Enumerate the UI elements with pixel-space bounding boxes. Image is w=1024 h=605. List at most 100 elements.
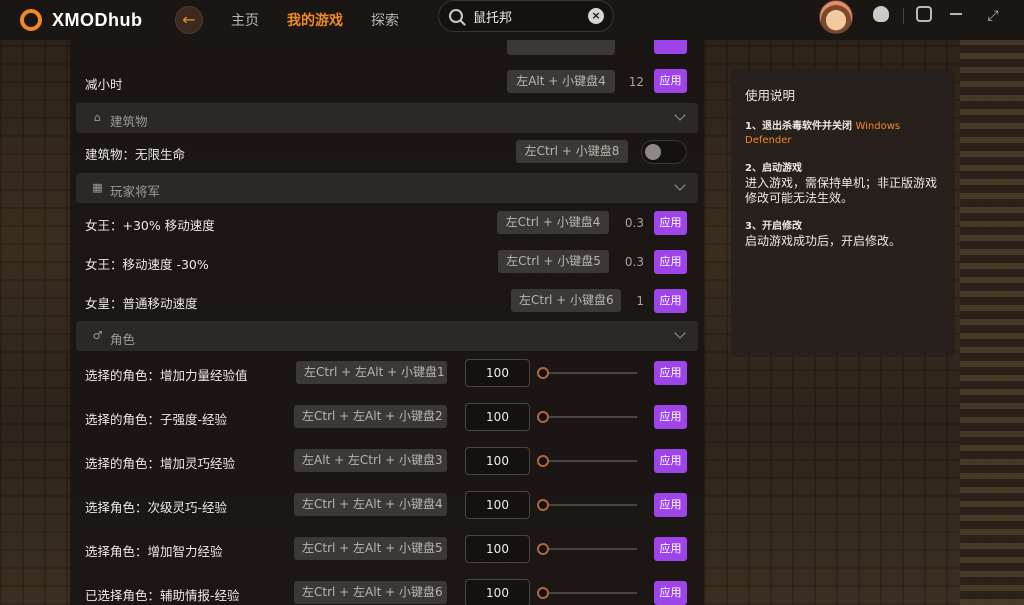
apply-button[interactable]: 应用 xyxy=(654,537,687,561)
search-box[interactable]: 鼠托邦 × xyxy=(438,0,614,32)
search-icon xyxy=(449,9,463,23)
hotkey-badge: 左Ctrl + 左Alt + 小键盘6 xyxy=(294,581,447,604)
slider-thumb[interactable] xyxy=(537,587,549,599)
apply-button[interactable]: 应用 xyxy=(654,581,687,605)
avatar[interactable] xyxy=(819,0,853,34)
value-slider[interactable] xyxy=(537,367,637,379)
cheat-row: 女王：移动速度 -30% 左Ctrl + 小键盘5 0.3 应用 xyxy=(70,243,704,281)
cheat-label: 已选择角色：辅助情报-经验 xyxy=(85,588,240,603)
clear-search-icon[interactable]: × xyxy=(588,8,604,24)
apply-button[interactable]: 应用 xyxy=(654,289,687,313)
section-label: 建筑物 xyxy=(110,114,148,129)
nav-home[interactable]: 主页 xyxy=(231,10,259,30)
section-label: 角色 xyxy=(110,332,136,347)
hotkey-badge: 左Ctrl + 小键盘6 xyxy=(511,289,621,312)
chevron-down-icon xyxy=(674,179,686,191)
section-building[interactable]: ⌂ 建筑物 xyxy=(76,103,698,133)
cheat-row: 选择角色：增加智力经验 左Ctrl + 左Alt + 小键盘5 100 应用 xyxy=(70,530,704,568)
toggle-switch[interactable] xyxy=(641,140,687,164)
apply-button[interactable]: 应用 xyxy=(654,69,687,93)
value-slider[interactable] xyxy=(537,543,637,555)
nav-explore[interactable]: 探索 xyxy=(371,10,399,30)
cheat-label: 女王：移动速度 -30% xyxy=(85,257,209,272)
slider-thumb[interactable] xyxy=(537,499,549,511)
cheat-label: 选择的角色：增加灵巧经验 xyxy=(85,456,236,471)
hotkey-badge: 左Ctrl + 小键盘8 xyxy=(516,140,628,163)
trainer-panel: 减小时 左Alt + 小键盘4 12 应用 ⌂ 建筑物 建筑物：无限生命 左Ct… xyxy=(70,40,704,605)
app-name: XMODhub xyxy=(52,9,143,30)
section-character[interactable]: ♂ 角色 xyxy=(76,321,698,351)
slider-thumb[interactable] xyxy=(537,367,549,379)
instructions-card: 使用说明 1、退出杀毒软件并关闭 Windows Defender 2、启动游戏… xyxy=(731,69,955,357)
instructions-title: 使用说明 xyxy=(745,88,796,103)
value-slider[interactable] xyxy=(537,411,637,423)
step-2-heading: 2、启动游戏 xyxy=(745,163,802,174)
search-input[interactable]: 鼠托邦 xyxy=(473,7,588,26)
hotkey-badge: 左Ctrl + 左Alt + 小键盘2 xyxy=(294,405,447,428)
cheat-row: 女王：+30% 移动速度 左Ctrl + 小键盘4 0.3 应用 xyxy=(70,204,704,242)
cheat-row: 选择的角色：子强度-经验 左Ctrl + 左Alt + 小键盘2 100 应用 xyxy=(70,398,704,436)
hotkey-badge: 左Alt + 小键盘4 xyxy=(507,70,615,93)
value-input[interactable]: 100 xyxy=(465,491,530,519)
apply-button[interactable]: 应用 xyxy=(654,211,687,235)
cheat-label: 女王：+30% 移动速度 xyxy=(85,218,215,233)
nav-my-games[interactable]: 我的游戏 xyxy=(287,10,343,30)
apply-button[interactable]: 应用 xyxy=(654,493,687,517)
hotkey-badge: 左Ctrl + 左Alt + 小键盘1 xyxy=(296,361,447,384)
cheat-label: 女皇：普通移动速度 xyxy=(85,296,198,311)
cheat-row: 女皇：普通移动速度 左Ctrl + 小键盘6 1 应用 xyxy=(70,282,704,320)
apply-button[interactable] xyxy=(654,40,687,54)
apply-button[interactable]: 应用 xyxy=(654,449,687,473)
back-arrow-icon: ← xyxy=(182,10,196,29)
cheat-label: 建筑物：无限生命 xyxy=(85,147,186,162)
cheat-label: 选择的角色：子强度-经验 xyxy=(85,412,228,427)
slider-thumb[interactable] xyxy=(537,455,549,467)
cheat-value: 12 xyxy=(628,75,644,89)
hotkey-badge: 左Alt + 左Ctrl + 小键盘3 xyxy=(294,449,447,472)
cheat-row: 已选择角色：辅助情报-经验 左Ctrl + 左Alt + 小键盘6 100 应用 xyxy=(70,574,704,605)
maximize-icon[interactable]: ⤢ xyxy=(984,7,1002,25)
value-input[interactable]: 100 xyxy=(465,359,530,387)
cheat-row: 减小时 左Alt + 小键盘4 12 应用 xyxy=(70,63,704,101)
step-2-body: 进入游戏，需保持单机；非正版游戏修改可能无法生效。 xyxy=(745,176,938,205)
value-input[interactable]: 100 xyxy=(465,447,530,475)
apply-button[interactable]: 应用 xyxy=(654,405,687,429)
topbar-divider xyxy=(903,8,904,24)
value-slider[interactable] xyxy=(537,587,637,599)
settings-icon[interactable] xyxy=(916,6,932,22)
value-input[interactable]: 100 xyxy=(465,535,530,563)
back-button[interactable]: ← xyxy=(175,6,203,34)
instruction-step-1: 1、退出杀毒软件并关闭 Windows Defender xyxy=(745,120,941,148)
cheat-row: 选择的角色：增加灵巧经验 左Alt + 左Ctrl + 小键盘3 100 应用 xyxy=(70,442,704,480)
hotkey-badge: 左Ctrl + 小键盘4 xyxy=(497,211,609,234)
slider-thumb[interactable] xyxy=(537,543,549,555)
hotkey-badge: 左Ctrl + 左Alt + 小键盘4 xyxy=(294,493,447,516)
instruction-step-2: 2、启动游戏 进入游戏，需保持单机；非正版游戏修改可能无法生效。 xyxy=(745,162,941,206)
slider-thumb[interactable] xyxy=(537,411,549,423)
cheat-row: 选择的角色：增加力量经验值 左Ctrl + 左Alt + 小键盘1 100 应用 xyxy=(70,354,704,392)
cheat-value: 0.3 xyxy=(624,216,644,230)
hotkey-badge: 左Ctrl + 小键盘5 xyxy=(498,250,609,273)
logo-icon xyxy=(18,7,44,33)
cheat-label: 选择角色：增加智力经验 xyxy=(85,544,223,559)
app-logo[interactable]: XMODhub xyxy=(18,7,173,33)
value-slider[interactable] xyxy=(537,499,637,511)
section-player-general[interactable]: ▦ 玩家将军 xyxy=(76,173,698,203)
value-input[interactable]: 100 xyxy=(465,579,530,605)
notification-icon[interactable] xyxy=(873,6,889,22)
step-1-heading: 1、退出杀毒软件并关闭 xyxy=(745,121,852,132)
chevron-down-icon xyxy=(674,109,686,121)
section-label: 玩家将军 xyxy=(110,184,161,199)
value-slider[interactable] xyxy=(537,455,637,467)
cheat-row: 选择角色：次级灵巧-经验 左Ctrl + 左Alt + 小键盘4 100 应用 xyxy=(70,486,704,524)
apply-button[interactable]: 应用 xyxy=(654,250,687,274)
grid-icon: ▦ xyxy=(92,181,103,194)
apply-button[interactable]: 应用 xyxy=(654,361,687,385)
step-3-heading: 3、开启修改 xyxy=(745,221,802,232)
game-background-pillar xyxy=(960,40,1024,605)
building-icon: ⌂ xyxy=(94,111,101,124)
person-icon: ♂ xyxy=(92,329,103,342)
value-input[interactable]: 100 xyxy=(465,403,530,431)
minimize-icon[interactable] xyxy=(950,13,962,15)
cheat-value: 1 xyxy=(636,294,644,308)
